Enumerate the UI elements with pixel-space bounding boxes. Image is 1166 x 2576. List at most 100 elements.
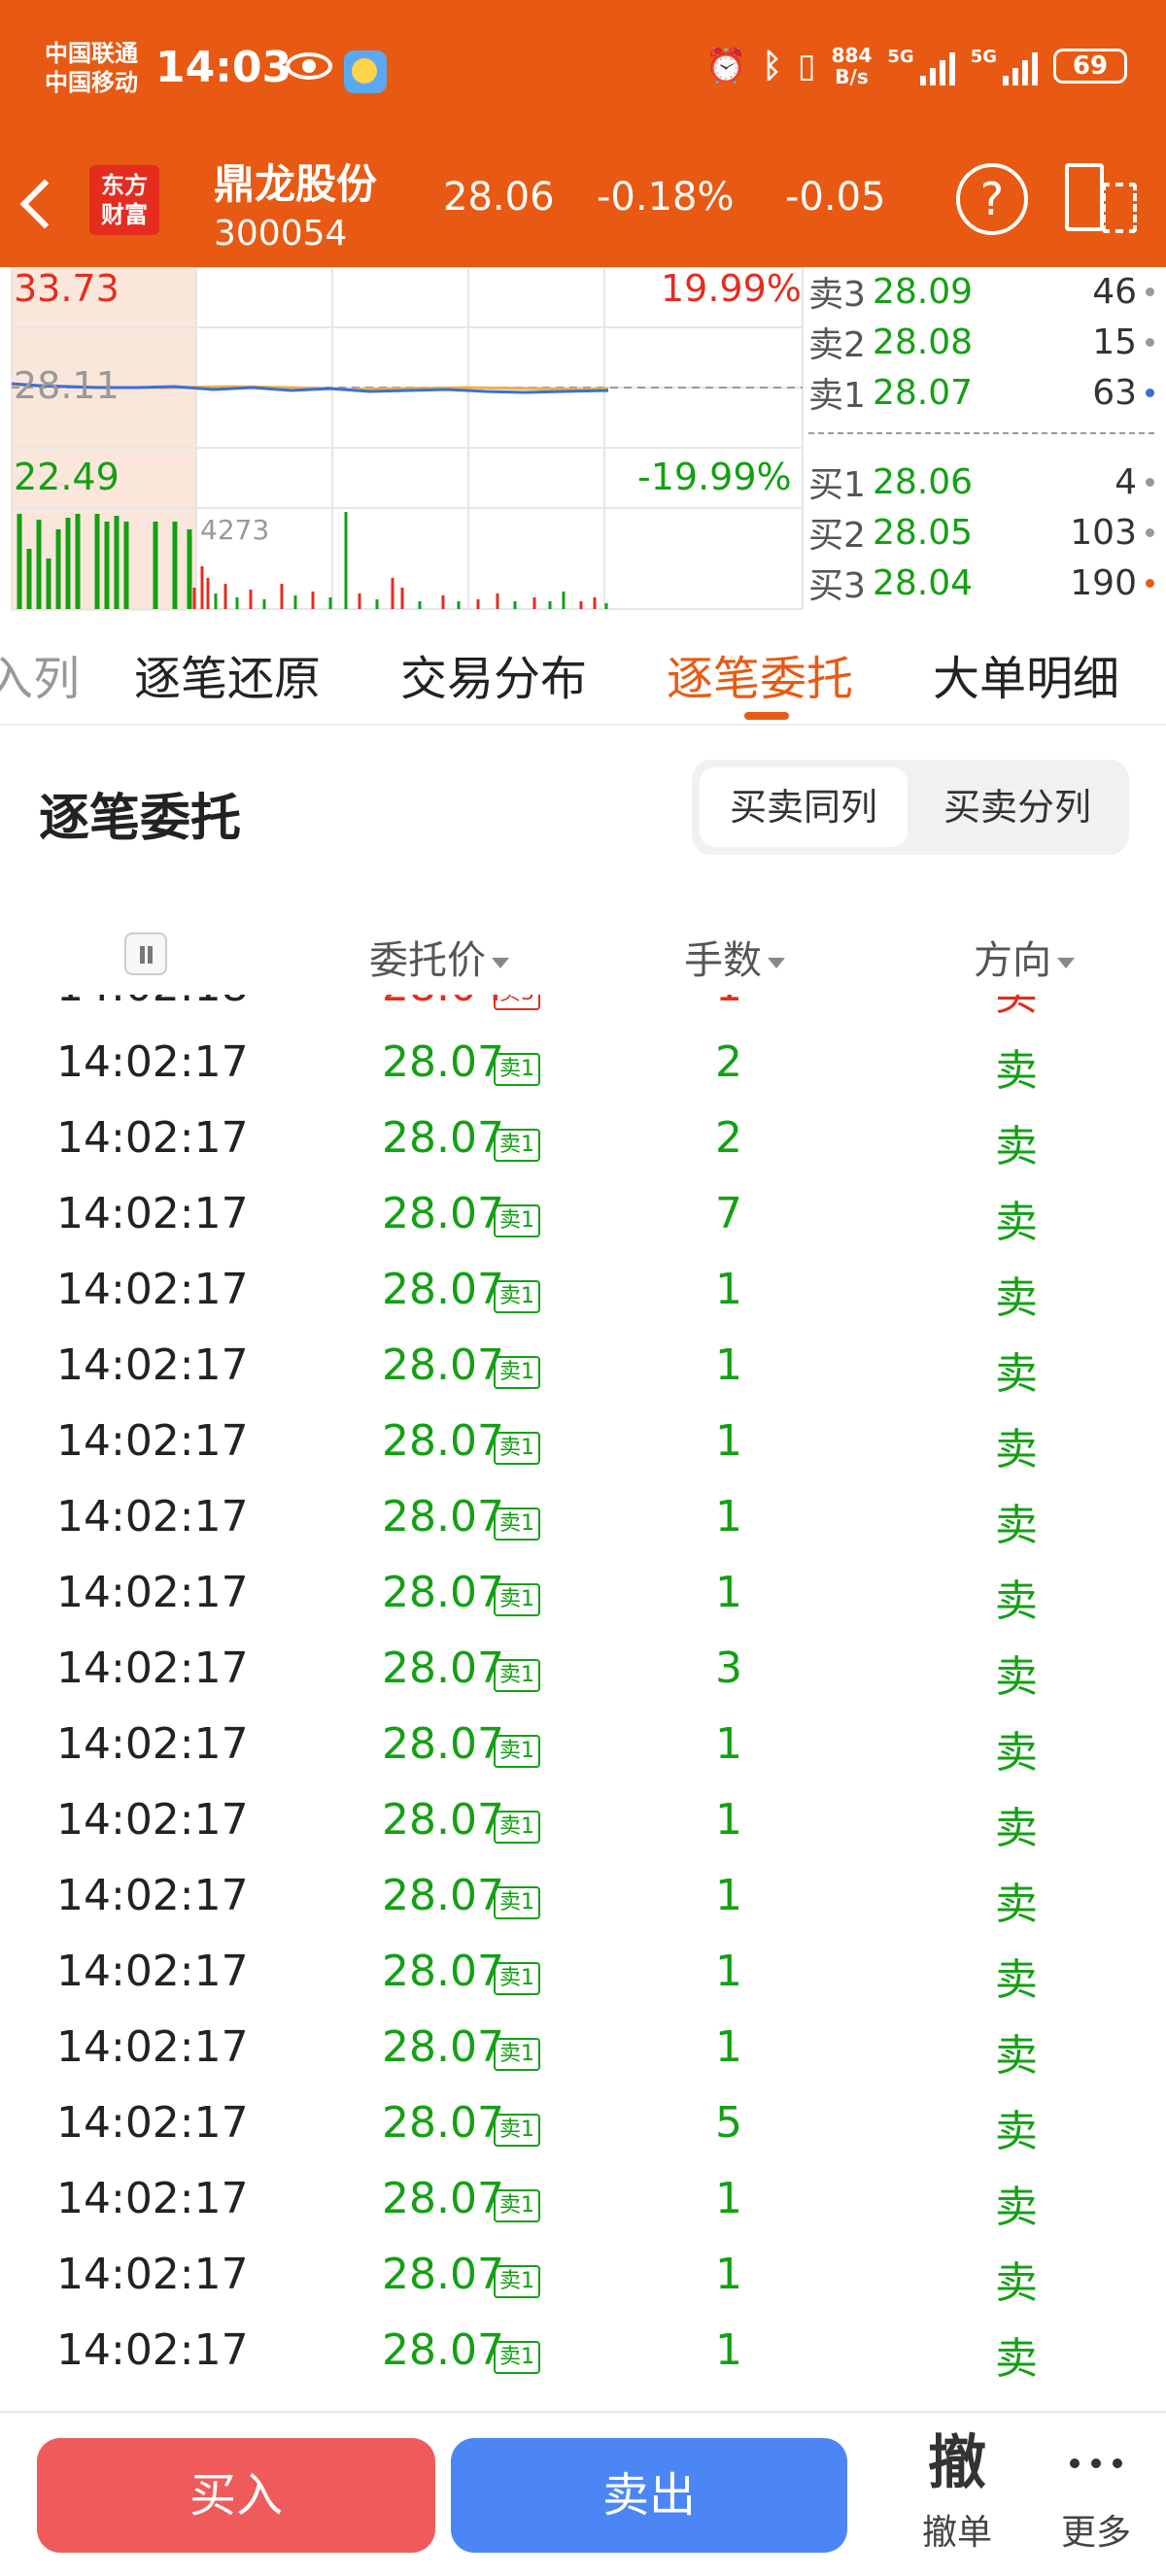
table-row: 14:02:17 28.07 卖1 1 卖 — [0, 1405, 1166, 1480]
bid-2-price: 28.05 — [873, 512, 974, 553]
intraday-chart[interactable]: 33.73 19.99% 28.11 22.49 -19.99% 4273 卖3… — [0, 267, 1166, 611]
logo-line-1: 东方 — [101, 172, 148, 199]
chart-low-price: 22.49 — [14, 456, 120, 498]
bid-row-3: 买3 28.04 190 — [808, 559, 1154, 607]
help-icon[interactable]: ? — [956, 163, 1028, 235]
tick-order-list[interactable]: 14:02:1828.04买31买14:02:1728.07卖12卖14:02:… — [0, 995, 1166, 2411]
row-direction: 卖 — [995, 1955, 1038, 2005]
bid-row-2: 买2 28.05 103 — [808, 508, 1154, 557]
row-quantity: 1 — [680, 995, 777, 1011]
alarm-icon: ⏰ — [705, 47, 747, 85]
row-level-tag: 卖1 — [494, 2038, 540, 2071]
bid-2-dot — [1146, 528, 1154, 537]
back-icon[interactable] — [19, 179, 70, 229]
row-direction: 卖 — [995, 2183, 1038, 2232]
row-direction: 卖 — [995, 1501, 1038, 1550]
cancel-order-button[interactable]: 撤 撤单 — [904, 2423, 1011, 2568]
row-quantity: 1 — [715, 1492, 742, 1542]
tab-tick-orders[interactable]: 逐笔委托 — [667, 640, 853, 708]
bid-3-price: 28.04 — [873, 562, 974, 603]
app-logo[interactable]: 东方 财富 — [89, 165, 159, 235]
row-level-tag: 卖1 — [494, 1356, 540, 1389]
weather-icon — [344, 51, 387, 93]
tab-trade-distribution[interactable]: 交易分布 — [400, 640, 587, 708]
signal-icon-2: 5G — [971, 47, 1038, 85]
pause-icon[interactable] — [124, 932, 167, 975]
ask-1-dot — [1146, 389, 1154, 397]
row-direction: 买 — [995, 995, 1038, 1020]
tab-large-orders[interactable]: 大单明细 — [933, 640, 1119, 708]
row-level-tag: 卖1 — [494, 1659, 540, 1692]
row-direction: 卖 — [995, 2334, 1038, 2384]
ask-1-price: 28.07 — [873, 372, 974, 413]
stock-header: 东方 财富 鼎龙股份 300054 28.06 -0.18% -0.05 ? — [0, 146, 1166, 267]
cancel-order-label: 撤单 — [921, 2513, 992, 2553]
section-title: 逐笔委托 — [39, 790, 242, 848]
row-direction: 卖 — [995, 1273, 1038, 1323]
row-direction: 卖 — [995, 1576, 1038, 1626]
col-qty-header[interactable]: 手数 — [684, 929, 785, 985]
more-button[interactable]: 更多 — [1038, 2423, 1154, 2568]
view-mode-toggle: 买卖同列 买卖分列 — [692, 760, 1129, 855]
table-row: 14:02:17 28.07 卖1 1 卖 — [0, 1556, 1166, 1632]
sort-caret-icon — [1057, 957, 1075, 968]
row-quantity: 1 — [715, 1947, 742, 1996]
ask-2-volume: 15 — [1092, 322, 1137, 362]
toggle-same-column[interactable]: 买卖同列 — [700, 767, 908, 847]
carrier-2: 中国移动 — [45, 69, 138, 96]
row-level-tag: 卖1 — [494, 1583, 540, 1616]
row-direction: 卖 — [995, 1728, 1038, 1778]
chart-high-percent: 19.99% — [661, 267, 802, 310]
network-speed-value: 884 — [831, 44, 873, 67]
system-icons: ⏰ ᛒ ▯ 884 B/s 5G 5G 69 — [705, 45, 1127, 87]
table-header: 委托价 手数 方向 — [0, 917, 1166, 995]
col-dir-header[interactable]: 方向 — [974, 929, 1075, 985]
row-quantity: 7 — [715, 1189, 742, 1238]
ask-row-3: 卖3 28.09 46 — [808, 267, 1154, 316]
bid-row-1: 买1 28.06 4 — [808, 458, 1154, 506]
signal-icon-1: 5G — [887, 47, 955, 85]
row-direction: 卖 — [995, 2107, 1038, 2156]
order-book[interactable]: 卖3 28.09 46 卖2 28.08 15 卖1 28.07 63 买1 2… — [808, 267, 1158, 611]
table-row: 14:02:17 28.07 卖1 1 卖 — [0, 1935, 1166, 2011]
ask-row-2: 卖2 28.08 15 — [808, 318, 1154, 366]
logo-line-2: 财富 — [101, 201, 148, 228]
row-direction: 卖 — [995, 2258, 1038, 2308]
row-price: 28.07 — [382, 1795, 504, 1845]
table-row: 14:02:17 28.07 卖1 1 卖 — [0, 1480, 1166, 1556]
tick-order-rows: 14:02:1828.04买31买14:02:1728.07卖12卖14:02:… — [0, 995, 1166, 2390]
tab-tick-restore[interactable]: 逐笔还原 — [134, 640, 321, 708]
network-speed-unit: B/s — [835, 65, 869, 88]
stock-name[interactable]: 鼎龙股份 — [214, 152, 377, 211]
sell-button[interactable]: 卖出 — [451, 2438, 847, 2553]
ask-row-1: 卖1 28.07 63 — [808, 368, 1154, 417]
row-price: 28.07 — [382, 2174, 504, 2223]
bid-1-price: 28.06 — [873, 461, 974, 502]
more-label: 更多 — [1060, 2513, 1131, 2553]
row-time: 14:02:17 — [56, 1037, 249, 1087]
row-quantity: 1 — [715, 2174, 742, 2223]
detail-tabs: 入列 逐笔还原 交易分布 逐笔委托 大单明细 — [0, 611, 1166, 726]
row-time: 14:02:17 — [56, 1871, 249, 1920]
toggle-split-column[interactable]: 买卖分列 — [913, 767, 1121, 847]
row-price: 28.07 — [382, 1644, 504, 1693]
row-price: 28.07 — [382, 2250, 504, 2299]
carrier-1: 中国联通 — [45, 40, 138, 67]
sort-caret-icon — [492, 957, 509, 968]
row-quantity: 1 — [715, 1795, 742, 1845]
switch-screen-icon[interactable] — [1065, 163, 1137, 233]
cancel-order-icon: 撤 — [928, 2429, 986, 2497]
row-quantity: 2 — [715, 1037, 742, 1087]
chart-prev-close: 28.11 — [14, 364, 120, 407]
row-time: 14:02:17 — [56, 1795, 249, 1845]
row-time: 14:02:18 — [56, 995, 249, 1011]
row-price: 28.07 — [382, 1265, 504, 1314]
col-price-header[interactable]: 委托价 — [369, 929, 509, 985]
table-row: 14:02:17 28.07 卖1 1 卖 — [0, 1253, 1166, 1329]
tab-partial[interactable]: 入列 — [0, 640, 80, 708]
change-amount: -0.05 — [785, 175, 886, 220]
row-quantity: 1 — [715, 1340, 742, 1390]
ask-3-price: 28.09 — [873, 271, 974, 312]
buy-button[interactable]: 买入 — [37, 2438, 435, 2553]
row-price: 28.07 — [382, 2098, 504, 2148]
